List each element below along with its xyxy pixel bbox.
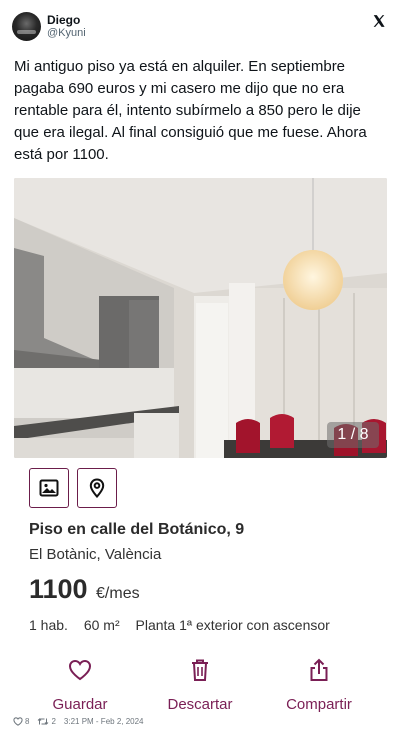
listing-title[interactable]: Piso en calle del Botánico, 9: [29, 521, 244, 539]
tweet-text: Mi antiguo piso ya está en alquiler. En …: [14, 58, 367, 163]
listing-price: 1100 €/mes: [29, 574, 140, 608]
tweet-meta: 8 2 3:21 PM - Feb 2, 2024: [13, 717, 152, 726]
heart-icon: [25, 656, 135, 684]
location-pin-icon[interactable]: [77, 468, 117, 508]
retweet-count[interactable]: 2: [37, 717, 56, 726]
feature-rooms: 1 hab.: [29, 617, 68, 633]
listing-features: 1 hab. 60 m² Planta 1ª exterior con asce…: [29, 617, 342, 633]
image-icon[interactable]: [29, 468, 69, 508]
share-label: Compartir: [286, 696, 352, 713]
price-value: 1100: [29, 574, 88, 604]
share-button[interactable]: Compartir: [264, 656, 374, 713]
price-unit: €/mes: [96, 585, 140, 602]
like-count[interactable]: 8: [13, 717, 29, 726]
like-count-value: 8: [25, 717, 30, 726]
author-name[interactable]: Diego: [47, 13, 80, 27]
retweet-icon: [38, 718, 49, 725]
discard-button[interactable]: Descartar: [145, 656, 255, 713]
tweet-timestamp[interactable]: 3:21 PM - Feb 2, 2024: [64, 717, 144, 726]
kitchen-photo: [14, 178, 387, 458]
listing-location: El Botànic, València: [29, 546, 162, 563]
save-label: Guardar: [52, 696, 108, 713]
author-handle[interactable]: @Kyuni: [47, 27, 86, 39]
feature-floor: Planta 1ª exterior con ascensor: [135, 617, 330, 633]
photo-counter: 1 / 8: [327, 422, 379, 448]
listing-photo[interactable]: 1 / 8: [14, 178, 387, 458]
discard-label: Descartar: [167, 696, 233, 713]
share-icon: [264, 656, 374, 684]
save-button[interactable]: Guardar: [25, 656, 135, 713]
trash-icon: [145, 656, 255, 684]
x-logo-icon[interactable]: [372, 14, 386, 28]
like-icon: [13, 717, 23, 726]
feature-area: 60 m²: [83, 617, 120, 633]
tweet-header: Diego @Kyuni: [12, 12, 388, 44]
retweet-count-value: 2: [51, 717, 56, 726]
avatar[interactable]: [12, 12, 41, 41]
